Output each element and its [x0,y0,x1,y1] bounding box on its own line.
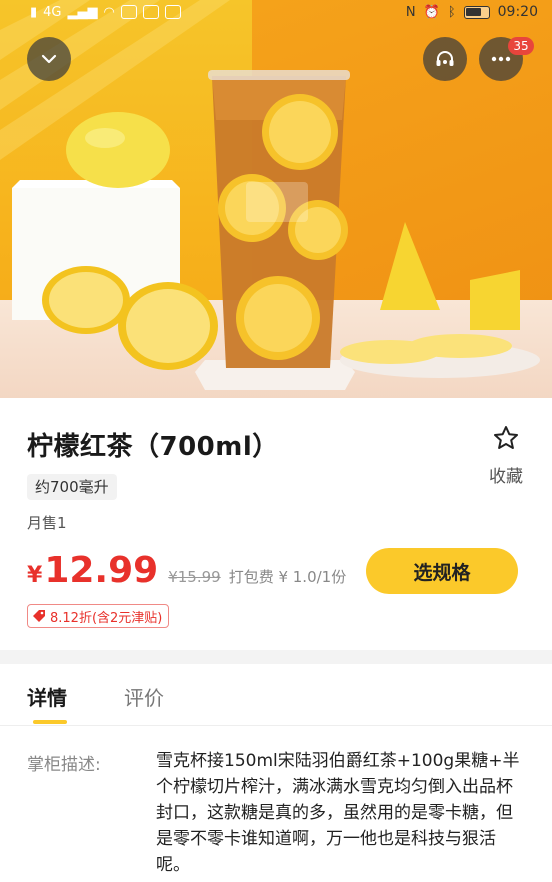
price-row: ¥ 12.99 ¥15.99 打包费 ¥ 1.0/1份 [27,550,346,594]
favorite-label: 收藏 [489,467,523,487]
price-tag-icon [33,610,45,622]
description-section: 掌柜描述: 雪克杯接150ml宋陆羽伯爵红茶+100g果糖+半个柠檬切片榨汁，满… [0,726,552,882]
description-label: 掌柜描述: [27,755,101,775]
nfc-icon: N [405,4,416,20]
product-title: 柠檬红茶（700ml） [27,432,279,462]
discount-tag: 8.12折(含2元津贴) [27,604,170,628]
packing-fee: 打包费 ¥ 1.0/1份 [228,568,347,586]
bluetooth-icon: ᛒ [447,4,456,20]
status-bar-left: ▮ 4G ▂▄▆ ◠ [30,5,181,20]
chevron-down-icon [41,54,57,64]
select-spec-button[interactable]: 选规格 [366,548,518,594]
product-info-section: 柠檬红茶（700ml） 收藏 约700毫升 月售1 ¥ 12.99 ¥15.99… [0,398,552,650]
status-bar: ▮ 4G ▂▄▆ ◠ N ⏰ ᛒ 09:20 [0,0,552,24]
app-notification-icon [120,5,137,19]
tab-reviews[interactable]: 评价 [124,682,164,711]
alarm-icon: ⏰ [423,4,440,20]
discount-text: 8.12折(含2元津贴) [50,610,163,626]
volume-tag: 约700毫升 [27,474,117,500]
star-icon [494,426,518,449]
current-price: 12.99 [44,550,159,591]
customer-service-button[interactable] [423,37,467,81]
sim-icon: ▮ [30,4,38,20]
lemon-tea-illustration [0,0,540,390]
product-detail-page: ▮ 4G ▂▄▆ ◠ N ⏰ ᛒ 09:20 35 柠檬红茶（700ml） 收藏… [0,0,552,882]
app-notification-icon [164,5,181,19]
detail-tabs: 详情 评价 [0,664,552,726]
status-clock: 09:20 [497,4,538,20]
section-divider [0,650,552,664]
currency-symbol: ¥ [27,563,43,588]
original-price: ¥15.99 [168,568,221,586]
signal-bars-icon: ▂▄▆ [67,4,98,20]
app-notification-icon [142,5,159,19]
message-count-badge: 35 [508,37,534,55]
collapse-button[interactable] [27,37,71,81]
wifi-icon: ◠ [103,4,115,20]
favorite-button[interactable]: 收藏 [486,424,526,487]
monthly-sales: 月售1 [27,514,67,532]
description-text: 雪克杯接150ml宋陆羽伯爵红茶+100g果糖+半个柠檬切片榨汁，满冰满水雪克均… [156,751,520,875]
product-hero-image: ▮ 4G ▂▄▆ ◠ N ⏰ ᛒ 09:20 35 [0,0,552,398]
headset-icon [436,51,454,66]
tab-details[interactable]: 详情 [27,682,67,711]
status-bar-right: N ⏰ ᛒ 09:20 [406,4,538,20]
signal-text: 4G [43,4,62,20]
battery-icon [463,5,490,19]
active-tab-indicator [33,720,67,724]
